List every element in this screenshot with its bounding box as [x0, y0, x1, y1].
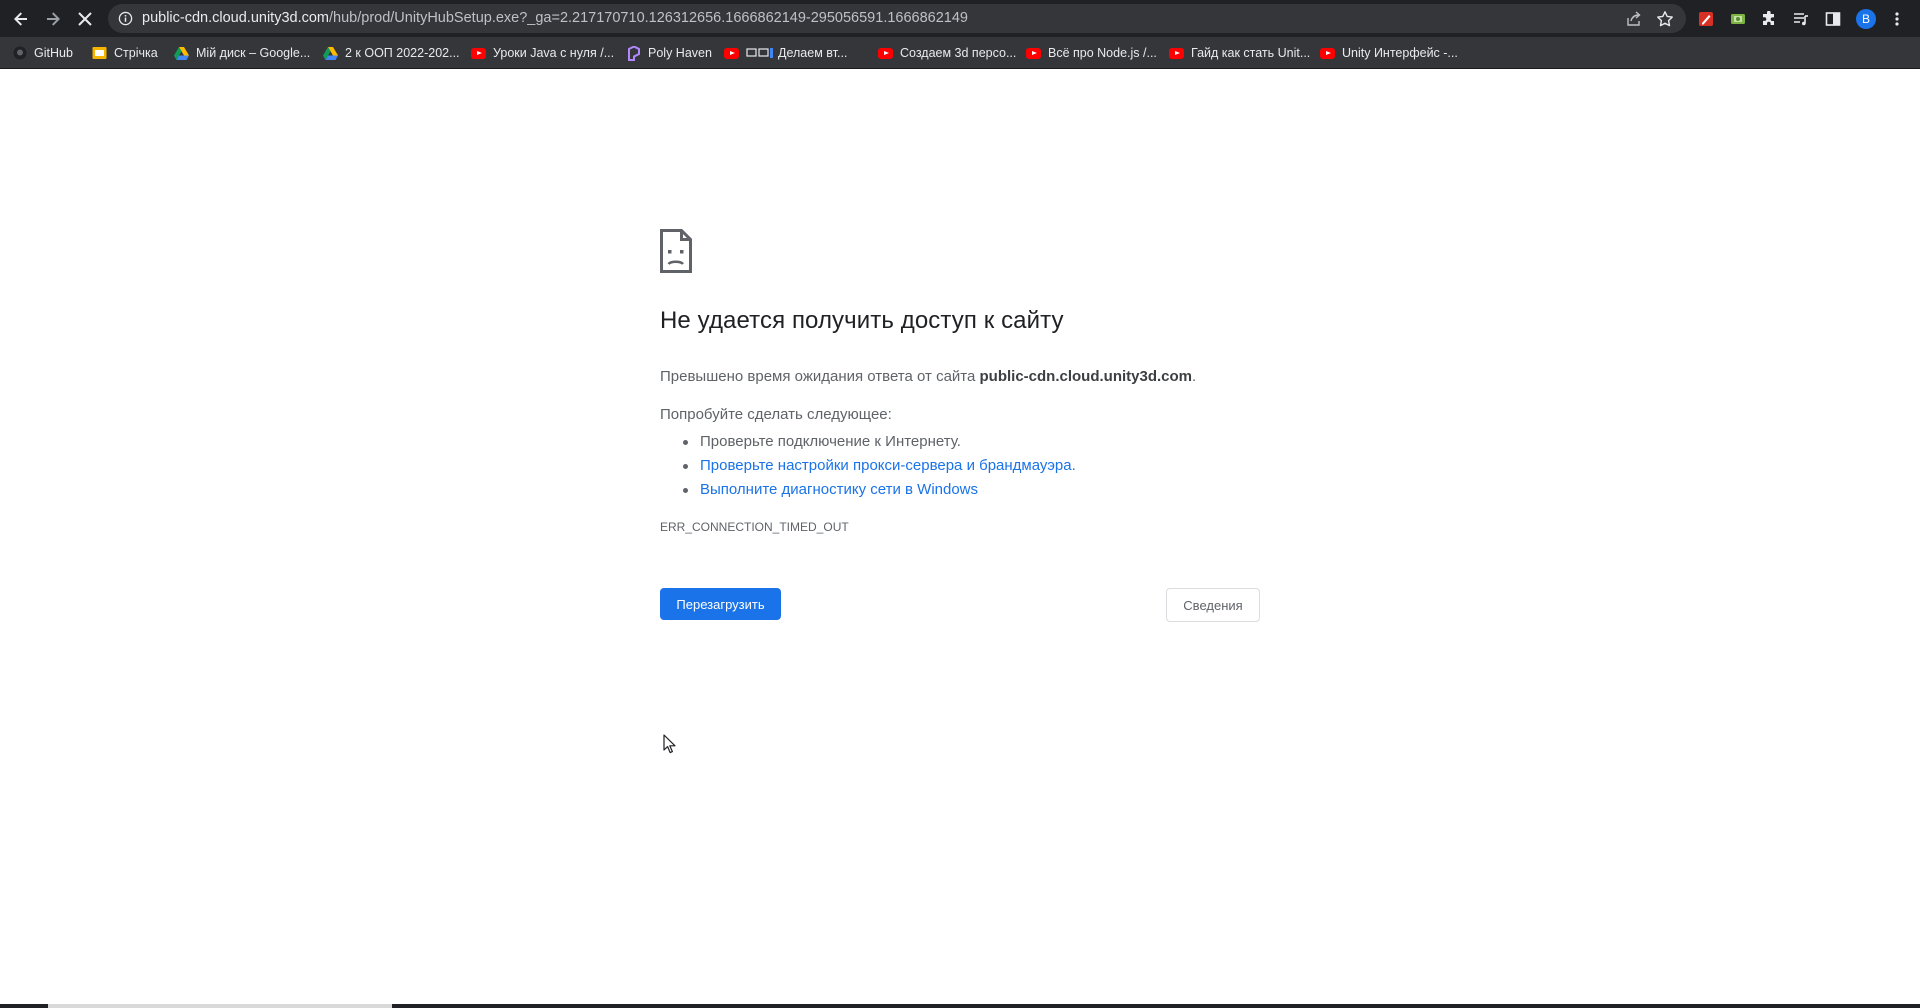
browser-toolbar: public-cdn.cloud.unity3d.com/hub/prod/Un… [0, 0, 1920, 37]
summary-period: . [1192, 368, 1197, 385]
bottom-edge-segment [48, 1004, 392, 1008]
summary-text: Превышено время ожидания ответа от сайта [660, 368, 980, 385]
suggestion-network-diagnostics: Выполните диагностику сети в Windows [683, 478, 1076, 502]
share-icon[interactable] [1625, 10, 1643, 28]
windows-diagnostics-link[interactable]: Выполните диагностику сети в Windows [700, 481, 978, 498]
proxy-firewall-link[interactable]: Проверьте настройки прокси-сервера и бра… [700, 457, 1076, 474]
stop-loading-icon[interactable] [72, 6, 98, 32]
info-icon[interactable] [118, 11, 133, 26]
summary-host: public-cdn.cloud.unity3d.com [979, 368, 1193, 385]
menu-icon[interactable] [1887, 9, 1907, 29]
youtube-icon [1026, 46, 1041, 61]
extensions-icon[interactable] [1759, 9, 1779, 29]
page-viewport: Не удается получить доступ к сайту Превы… [0, 69, 1920, 1008]
address-bar[interactable]: public-cdn.cloud.unity3d.com/hub/prod/Un… [108, 4, 1686, 33]
bookmark-label: Poly Haven [648, 46, 712, 60]
youtube-icon [878, 46, 893, 61]
suggestion-text: Проверьте подключение к Интернету. [700, 433, 961, 450]
suggestion-check-connection: Проверьте подключение к Интернету. [683, 430, 1076, 454]
bookmark-nodejs[interactable]: Всё про Node.js /... [1026, 43, 1157, 63]
youtube-icon [1169, 46, 1184, 61]
bookmark-label: Уроки Java с нуля /... [493, 46, 615, 60]
bookmark-oop[interactable]: 2 к ООП 2022-202... [323, 43, 460, 63]
polyhaven-icon [626, 45, 641, 61]
google-drive-icon [174, 46, 189, 61]
bookmark-label: Создаем 3d персо... [900, 46, 1017, 60]
bookmark-label: Мій диск – Google... [196, 46, 311, 60]
github-icon [12, 46, 27, 61]
reload-button[interactable]: Перезагрузить [660, 588, 781, 620]
mouse-cursor-icon [663, 734, 676, 754]
money-extension-icon[interactable] [1728, 9, 1748, 29]
bookmark-label: 2 к ООП 2022-202... [345, 46, 460, 60]
bookmark-github[interactable]: GitHub [12, 43, 73, 63]
bookmark-java-lessons[interactable]: Уроки Java с нуля /... [471, 43, 614, 63]
bookmark-my-drive[interactable]: Мій диск – Google... [174, 43, 310, 63]
youtube-icon [471, 46, 486, 61]
suggestion-check-proxy: Проверьте настройки прокси-сервера и бра… [683, 454, 1076, 478]
sad-page-icon [660, 229, 692, 273]
bookmark-3d-character[interactable]: Создаем 3d персо... [878, 43, 1016, 63]
bookmark-label: GitHub [34, 46, 73, 60]
bookmark-strichka[interactable]: Стрічка [92, 43, 158, 63]
forward-arrow-icon[interactable] [40, 6, 66, 32]
youtube-icon [1320, 46, 1335, 61]
bookmark-label: Стрічка [114, 46, 158, 60]
url-path: /hub/prod/UnityHubSetup.exe?_ga=2.217170… [329, 10, 968, 26]
bookmark-label: Делаем вт... [778, 46, 848, 60]
bookmark-unity-interface[interactable]: Unity Интерфейс -... [1320, 43, 1458, 63]
page-title: Не удается получить доступ к сайту [660, 307, 1064, 334]
error-code: ERR_CONNECTION_TIMED_OUT [660, 520, 849, 534]
media-controls-icon[interactable] [1791, 9, 1811, 29]
bookmark-unity-guide[interactable]: Гайд как стать Unit... [1169, 43, 1310, 63]
bottom-edge-bar [0, 1004, 1920, 1008]
bookmark-label: Всё про Node.js /... [1048, 46, 1157, 60]
folder-icon [92, 46, 107, 61]
details-button[interactable]: Сведения [1166, 588, 1260, 622]
monitor-emoji-icon [746, 46, 774, 61]
profile-avatar[interactable]: B [1856, 9, 1876, 29]
side-panel-icon[interactable] [1823, 9, 1843, 29]
back-arrow-icon[interactable] [8, 6, 34, 32]
star-icon[interactable] [1656, 10, 1674, 28]
bookmarks-bar: GitHub Стрічка Мій диск – Google... 2 к … [0, 37, 1920, 69]
error-summary: Превышено время ожидания ответа от сайта… [660, 368, 1196, 385]
bookmark-make-vt[interactable]: Делаем вт... [724, 43, 847, 63]
bookmark-label: Гайд как стать Unit... [1191, 46, 1311, 60]
youtube-icon [724, 46, 739, 61]
bookmark-poly-haven[interactable]: Poly Haven [626, 43, 712, 63]
suggestions-heading: Попробуйте сделать следующее: [660, 406, 892, 423]
suggestions-list: Проверьте подключение к Интернету. Прове… [660, 430, 1076, 502]
bookmark-label: Unity Интерфейс -... [1342, 46, 1458, 60]
url-text[interactable]: public-cdn.cloud.unity3d.com/hub/prod/Un… [142, 10, 968, 26]
pen-extension-icon[interactable] [1696, 9, 1716, 29]
url-host: public-cdn.cloud.unity3d.com [142, 10, 329, 26]
google-drive-icon [323, 46, 338, 61]
